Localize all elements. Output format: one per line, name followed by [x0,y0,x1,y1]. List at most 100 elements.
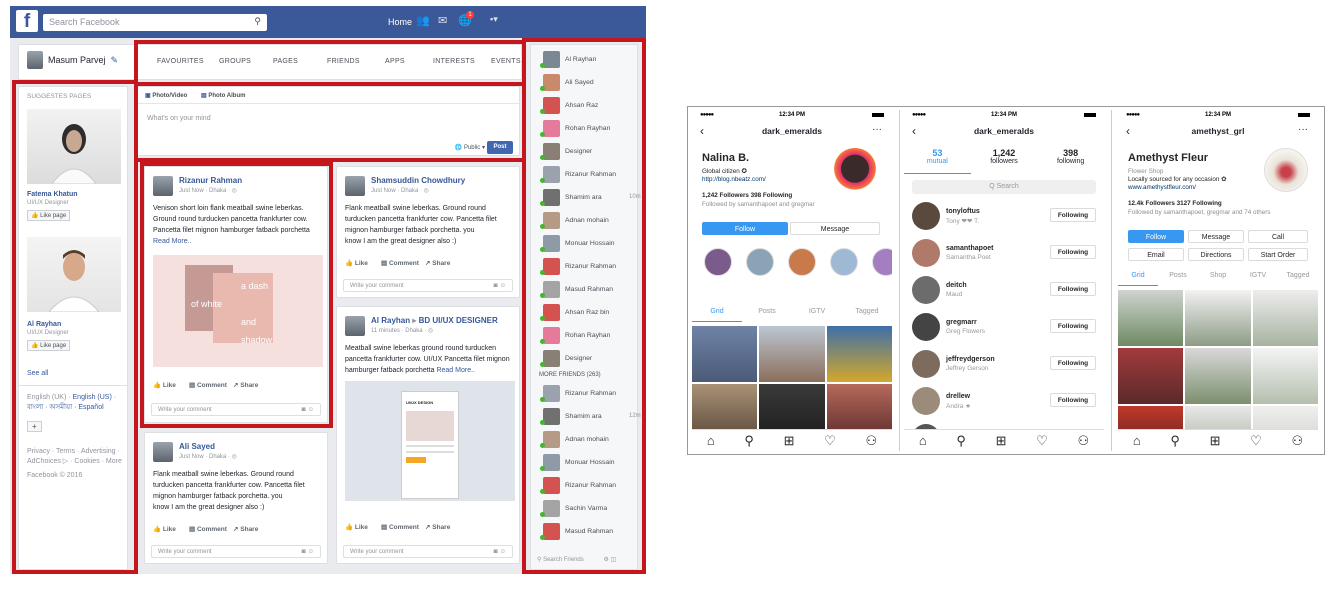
avatar[interactable] [912,350,940,378]
nav-favourites[interactable]: FAVOURITES [157,58,219,65]
follower-row[interactable]: deitch Maud Following [912,276,1096,306]
like-button[interactable]: 👍 Like [345,259,381,267]
search-icon[interactable]: ⚲ [1170,433,1180,449]
avatar[interactable] [912,239,940,267]
back-icon[interactable]: ‹ [1126,124,1130,138]
chat-contact[interactable]: Ahsan Raz [540,97,641,117]
share-button[interactable]: ↗ Share [233,381,258,389]
like-page-button[interactable]: 👍 Like page [27,210,71,221]
camera-icon[interactable]: ◙ ☺ [494,282,506,289]
messages-icon[interactable]: ✉ [438,14,447,27]
following-button[interactable]: Following [1050,208,1096,222]
story-highlight[interactable] [788,248,816,276]
home-icon[interactable]: ⌂ [919,433,927,448]
heart-icon[interactable]: ♡ [1036,433,1048,449]
comment-input[interactable]: Write your comment ◙ ☺ [151,403,321,416]
nav-groups[interactable]: GROUPS [219,58,273,65]
search-input[interactable]: Search Facebook ⚲ [43,14,267,31]
photo-album-tab[interactable]: ▤ Photo Album [201,92,245,99]
avatar[interactable] [912,313,940,341]
avatar[interactable] [345,316,365,336]
followed-by[interactable]: Followed by samanthapoet and gregmar [702,201,815,209]
avatar[interactable] [153,442,173,462]
chat-contact[interactable]: Rizanur Rahman [540,258,641,278]
share-button[interactable]: ↗ Share [425,259,450,267]
chat-contact[interactable]: Monuar Hossain [540,235,641,255]
home-icon[interactable]: ⌂ [707,433,715,448]
grid-photo[interactable] [826,326,892,382]
message-button[interactable]: Message [790,222,880,235]
chat-contact[interactable]: Rohan Rayhan [540,327,641,347]
grid-photo[interactable] [1118,348,1184,404]
following-button[interactable]: Following [1050,356,1096,370]
post-target[interactable]: BD UI/UX DESIGNER [419,316,498,325]
comment-button[interactable]: ▤ Comment [381,523,425,531]
nav-friends[interactable]: FRIENDS [327,58,385,65]
add-icon[interactable]: ⊞ [784,433,795,449]
post-button[interactable]: Post [487,141,513,154]
footer-links[interactable]: Privacy · Terms · Advertising · AdChoice… [27,447,127,467]
home-link[interactable]: Home [388,17,412,27]
share-button[interactable]: ↗ Share [425,523,450,531]
tab-posts[interactable]: Posts [742,308,792,322]
post-image[interactable]: a dash of white and shadow [153,255,323,367]
follow-button[interactable]: Follow [702,222,788,235]
read-more-link[interactable]: Read More.. [153,238,192,245]
comment-button[interactable]: ▤ Comment [189,525,233,533]
grid-photo[interactable] [1185,290,1251,346]
follower-row[interactable]: samanthapoet Samantha Poet Following [912,239,1096,269]
bio-link[interactable]: http://blog.nbeatz.com/ [702,176,766,183]
chat-contact[interactable]: Ali Sayed [540,74,641,94]
avatar[interactable] [345,176,365,196]
share-button[interactable]: ↗ Share [233,525,258,533]
facebook-logo[interactable]: f [16,10,38,32]
tab-igtv[interactable]: IGTV [1238,272,1278,286]
nav-events[interactable]: EVENTS [491,58,521,65]
chat-contact[interactable]: Rizanur Rahman [540,385,641,405]
profile-icon[interactable]: ⚇ [1077,433,1089,449]
avatar[interactable] [912,202,940,230]
status-input[interactable]: What's on your mind [147,115,211,122]
add-icon[interactable]: ⊞ [1210,433,1221,449]
search-icon[interactable]: ⚲ [254,16,261,27]
chat-contact[interactable]: Designer [540,350,641,370]
grid-photo[interactable] [1252,348,1318,404]
add-icon[interactable]: ⊞ [996,433,1007,449]
camera-icon[interactable]: ◙ ☺ [302,548,314,555]
followers-search-input[interactable]: Q Search [912,180,1096,194]
comment-button[interactable]: ▤ Comment [381,259,425,267]
start-order-button[interactable]: Start Order [1248,248,1308,261]
post-author[interactable]: Ali Sayed [179,442,215,451]
avatar[interactable] [912,276,940,304]
comment-input[interactable]: Write your comment ◙ ☺ [343,545,513,558]
lang-others[interactable]: বাংলা · অসমীয়া · Español [27,404,104,411]
chat-search-input[interactable]: ⚲ Search Friends ⚙ ◫ [537,556,616,563]
lang-en-uk[interactable]: English (UK) · [27,394,73,401]
followed-by[interactable]: Followed by samanthapoet, gregmar and 74… [1128,209,1270,217]
account-icon[interactable]: ▪▾ [490,14,498,25]
suggested-page-name[interactable]: Fatema Khatun [27,191,78,198]
nav-apps[interactable]: APPS [385,58,433,65]
message-button[interactable]: Message [1188,230,1244,243]
chat-contact[interactable]: Rizanur Rahman [540,166,641,186]
chat-contact[interactable]: Shamim ara 10m [540,189,641,209]
chat-contact[interactable]: Masud Rahman [540,523,641,543]
profile-icon[interactable]: ⚇ [865,433,877,449]
chat-contact[interactable]: Ahsan Raz bin [540,304,641,324]
home-icon[interactable]: ⌂ [1133,433,1141,448]
tab-following[interactable]: 398 following [1037,148,1104,174]
lang-en-us[interactable]: English (US) [73,394,112,401]
grid-photo[interactable] [1118,290,1184,346]
heart-icon[interactable]: ♡ [1250,433,1262,449]
tab-tagged[interactable]: Tagged [1278,272,1318,286]
see-all-link[interactable]: See all [27,369,127,379]
grid-photo[interactable] [692,326,758,382]
tab-followers[interactable]: 1,242 followers [971,148,1038,174]
grid-photo[interactable] [1185,348,1251,404]
suggested-page-photo[interactable] [27,109,121,185]
tab-posts[interactable]: Posts [1158,272,1198,286]
follower-row[interactable]: jeffreydgerson Jeffrey Gerson Following [912,350,1096,380]
heart-icon[interactable]: ♡ [824,433,836,449]
more-icon[interactable]: ··· [1298,124,1308,135]
tab-grid[interactable]: Grid [1118,272,1158,286]
